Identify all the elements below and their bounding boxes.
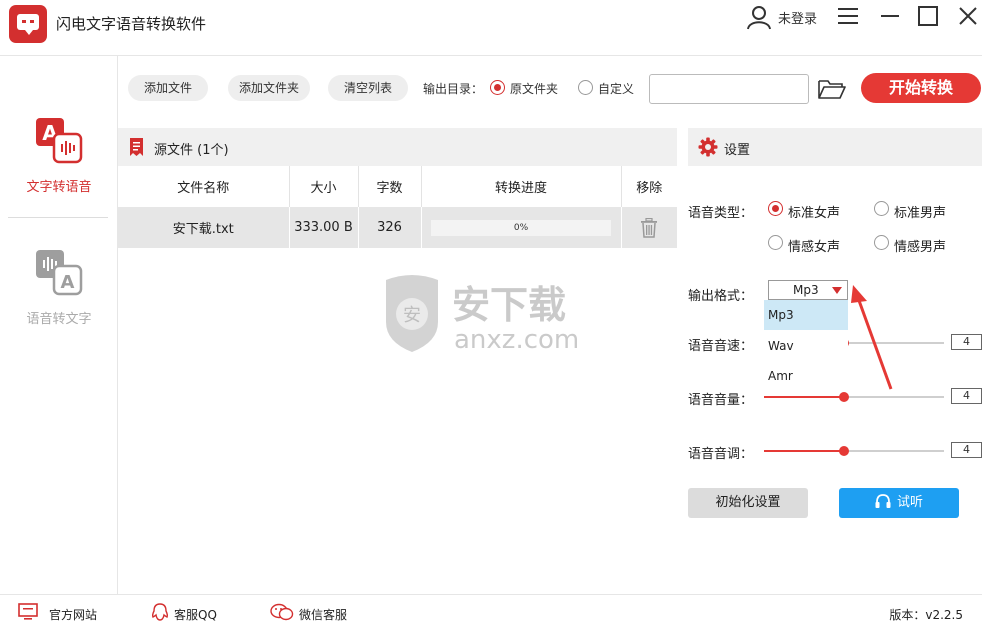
monitor-icon [18, 603, 38, 620]
settings-title: 设置 [724, 143, 751, 158]
add-folder-button[interactable]: 添加文件夹 [228, 75, 310, 101]
radio-emotional-female[interactable] [768, 235, 783, 250]
radio-emotional-female-label[interactable]: 情感女声 [788, 236, 840, 255]
qq-icon [151, 603, 169, 621]
text-to-speech-icon: A [36, 118, 83, 164]
annotation-arrow [851, 285, 893, 390]
files-table: 文件名称 大小 字数 转换进度 移除 安下载.txt 333.00 B 326 … [118, 166, 677, 248]
clear-list-button[interactable]: 清空列表 [328, 75, 408, 101]
speed-label: 语音音速： [688, 339, 754, 354]
volume-slider-fill [764, 396, 844, 398]
voice-type-label: 语音类型： [688, 206, 754, 221]
column-header-words: 字数 [358, 166, 422, 207]
radio-standard-male[interactable] [874, 201, 889, 216]
format-option-mp3[interactable]: Mp3 [764, 300, 848, 330]
remove-cell [621, 207, 677, 248]
toolbar: 添加文件 添加文件夹 清空列表 输出目录： 原文件夹 自定义 开始转换 [118, 56, 982, 126]
sidebar-item-text-to-speech[interactable]: A 文字转语音 [0, 116, 118, 195]
app-logo-icon [9, 5, 47, 43]
column-header-remove: 移除 [621, 166, 677, 207]
output-format-selected: Mp3 [793, 283, 819, 297]
gear-icon [698, 137, 718, 157]
column-header-progress: 转换进度 [421, 166, 622, 207]
speed-value[interactable]: 4 [951, 334, 982, 350]
footer-wechat-label: 微信客服 [299, 608, 348, 622]
user-icon[interactable] [746, 4, 772, 30]
preview-listen-label: 试听 [896, 495, 923, 510]
volume-slider-handle[interactable] [839, 392, 849, 402]
login-status[interactable]: 未登录 [778, 8, 817, 27]
table-row[interactable]: 安下载.txt 333.00 B 326 0% [118, 207, 677, 248]
headphones-icon [875, 494, 891, 508]
files-panel-header: 源文件 (1个) [118, 128, 677, 166]
radio-standard-female-label[interactable]: 标准女声 [788, 202, 840, 221]
progress-cell: 0% [421, 207, 622, 248]
volume-value[interactable]: 4 [951, 388, 982, 404]
sidebar-item-label: 文字转语音 [26, 180, 92, 195]
svg-text:A: A [61, 272, 75, 293]
speech-to-text-icon: A [36, 250, 83, 296]
radio-emotional-male[interactable] [874, 235, 889, 250]
output-format-dropdown: Mp3 Wav Amr [764, 300, 848, 392]
reset-settings-button[interactable]: 初始化设置 [688, 488, 808, 518]
sidebar-item-speech-to-text[interactable]: A 语音转文字 [0, 248, 118, 327]
radio-custom-folder[interactable] [578, 80, 593, 95]
volume-label: 语音音量： [688, 393, 754, 408]
pitch-slider[interactable] [764, 446, 944, 456]
radio-custom-folder-label[interactable]: 自定义 [598, 80, 634, 97]
watermark-url: anxz.com [454, 325, 579, 355]
volume-slider[interactable] [764, 392, 944, 402]
radio-source-folder[interactable] [490, 80, 505, 95]
radio-source-folder-label[interactable]: 原文件夹 [510, 80, 558, 97]
watermark-text: 安下载 [452, 283, 566, 327]
output-dir-label: 输出目录： [423, 82, 484, 96]
output-format-label: 输出格式： [688, 289, 754, 304]
radio-standard-male-label[interactable]: 标准男声 [894, 202, 946, 221]
folder-open-icon[interactable] [818, 78, 846, 100]
minimize-icon[interactable] [880, 6, 900, 26]
settings-panel-header: 设置 [688, 128, 982, 166]
close-icon[interactable] [958, 6, 978, 26]
format-option-amr[interactable]: Amr [764, 361, 848, 391]
app-title: 闪电文字语音转换软件 [56, 15, 207, 33]
column-header-size: 大小 [289, 166, 359, 207]
watermark-badge: 安 [403, 305, 421, 326]
file-size-cell: 333.00 B [289, 207, 359, 248]
radio-standard-female[interactable] [768, 201, 783, 216]
sidebar-item-label: 语音转文字 [26, 312, 92, 327]
document-icon [130, 138, 143, 156]
pitch-label: 语音音调： [688, 447, 754, 462]
word-count-cell: 326 [358, 207, 422, 248]
pitch-slider-handle[interactable] [839, 446, 849, 456]
pitch-slider-fill [764, 450, 844, 452]
wechat-icon [270, 603, 294, 621]
trash-icon[interactable] [640, 217, 658, 238]
sidebar-divider [8, 217, 108, 218]
preview-listen-button[interactable]: 试听 [839, 488, 959, 518]
pitch-value[interactable]: 4 [951, 442, 982, 458]
files-panel-title: 源文件 (1个) [154, 143, 229, 158]
output-format-select[interactable]: Mp3 [768, 280, 848, 300]
maximize-icon[interactable] [918, 6, 938, 26]
dropdown-arrow-icon[interactable] [832, 287, 842, 294]
title-bar: 闪电文字语音转换软件 未登录 [0, 0, 982, 56]
footer-qq-label: 客服QQ [174, 608, 217, 622]
output-path-input[interactable] [649, 74, 809, 104]
progress-bar: 0% [431, 219, 611, 236]
footer-website-label: 官方网站 [49, 608, 98, 622]
version-label: 版本：v2.2.5 [889, 608, 963, 622]
format-option-wav[interactable]: Wav [764, 331, 848, 361]
start-convert-button[interactable]: 开始转换 [861, 73, 981, 103]
watermark-logo: 安 安下载 anxz.com [386, 275, 579, 355]
file-name-cell: 安下载.txt [118, 207, 290, 248]
footer: 官方网站 客服QQ 微信客服 版本：v2.2.5 [0, 594, 982, 628]
sidebar: A 文字转语音 A 语音转文字 [0, 56, 118, 594]
add-file-button[interactable]: 添加文件 [128, 75, 208, 101]
radio-emotional-male-label[interactable]: 情感男声 [894, 236, 946, 255]
menu-icon[interactable] [838, 6, 858, 26]
column-header-name: 文件名称 [118, 166, 290, 207]
